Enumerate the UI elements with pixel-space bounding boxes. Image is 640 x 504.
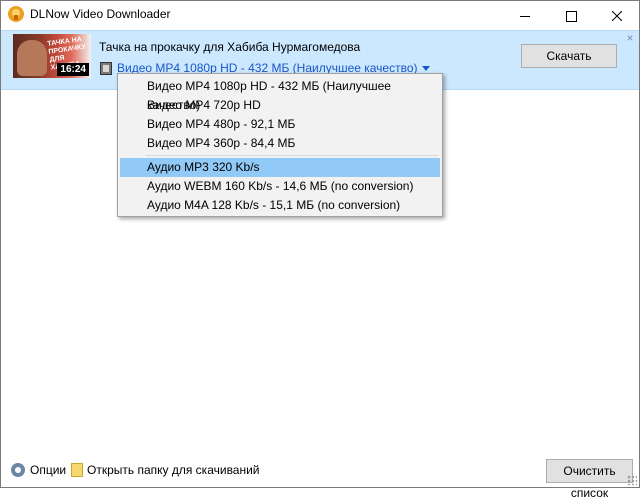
minimize-icon [520, 15, 530, 17]
menu-item-video-720p[interactable]: Видео MP4 720p HD [120, 96, 440, 115]
menu-item-video-480p[interactable]: Видео MP4 480p - 92,1 МБ [120, 115, 440, 134]
menu-item-audio-mp3[interactable]: Аудио MP3 320 Kb/s [120, 158, 440, 177]
film-icon [100, 62, 112, 75]
menu-item-audio-webm[interactable]: Аудио WEBM 160 Kb/s - 14,6 МБ (no conver… [120, 177, 440, 196]
maximize-button[interactable] [548, 1, 594, 29]
resize-grip[interactable] [627, 475, 637, 485]
menu-item-video-360p[interactable]: Видео MP4 360p - 84,4 МБ [120, 134, 440, 153]
app-logo-icon [8, 6, 24, 22]
app-window: DLNow Video Downloader ТАЧКА НА ПРОКАЧКУ… [0, 0, 640, 500]
download-button[interactable]: Скачать [521, 44, 617, 68]
gear-icon[interactable] [11, 463, 25, 477]
clear-list-button[interactable]: Очистить список [546, 459, 633, 500]
video-title: Тачка на прокачку для Хабиба Нурмагомедо… [99, 40, 361, 54]
open-folder-link[interactable]: Открыть папку для скачиваний [87, 463, 260, 477]
video-thumbnail: ТАЧКА НА ПРОКАЧКУ ДЛЯ ХАБИБА 16:24 [13, 34, 91, 78]
chevron-down-icon [421, 66, 430, 72]
footer-bar: Опции Открыть папку для скачиваний Очист… [1, 453, 639, 500]
menu-item-audio-m4a[interactable]: Аудио M4A 128 Kb/s - 15,1 МБ (no convers… [120, 196, 440, 215]
close-icon [611, 10, 623, 22]
close-button[interactable] [594, 1, 640, 29]
menu-separator [146, 155, 438, 156]
duration-badge: 16:24 [57, 63, 89, 76]
minimize-button[interactable] [502, 1, 548, 29]
maximize-icon [565, 10, 577, 22]
remove-item-button[interactable]: × [623, 31, 637, 45]
options-link[interactable]: Опции [30, 463, 66, 477]
format-dropdown-menu: Видео MP4 1080p HD - 432 МБ (Наилучшее к… [117, 73, 443, 217]
menu-item-video-1080p[interactable]: Видео MP4 1080p HD - 432 МБ (Наилучшее к… [120, 77, 440, 112]
folder-icon[interactable] [71, 463, 83, 477]
window-title: DLNow Video Downloader [30, 7, 171, 21]
title-bar[interactable]: DLNow Video Downloader [1, 1, 639, 29]
thumbnail-person [17, 40, 47, 76]
